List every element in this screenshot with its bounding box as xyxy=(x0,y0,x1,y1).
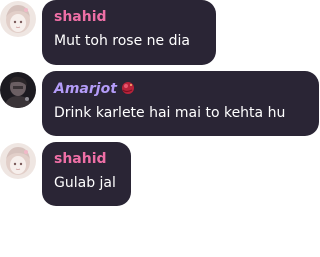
message-text: Mut toh rose ne dia xyxy=(54,33,190,49)
author-name[interactable]: shahid xyxy=(54,8,206,26)
message-bubble: shahid Mut toh rose ne dia xyxy=(42,0,216,65)
message-bubble: Amarjot Drink karlete hai mai to kehta h… xyxy=(42,71,319,136)
chat-message-list: shahid Mut toh rose ne dia Amarjot Drink… xyxy=(0,0,320,257)
dark-figure-avatar-icon[interactable] xyxy=(0,72,36,108)
message-text: Gulab jal xyxy=(54,175,116,191)
anime-girl-avatar-icon[interactable] xyxy=(0,1,36,37)
red-orb-badge-icon xyxy=(121,81,135,95)
anime-girl-avatar-icon[interactable] xyxy=(0,143,36,179)
message-text: Drink karlete hai mai to kehta hu xyxy=(54,105,286,121)
message-bubble: shahid Gulab jal xyxy=(42,142,131,206)
author-name[interactable]: Amarjot xyxy=(54,81,117,97)
author-name[interactable]: shahid xyxy=(54,150,121,168)
author-row: Amarjot xyxy=(54,79,309,98)
